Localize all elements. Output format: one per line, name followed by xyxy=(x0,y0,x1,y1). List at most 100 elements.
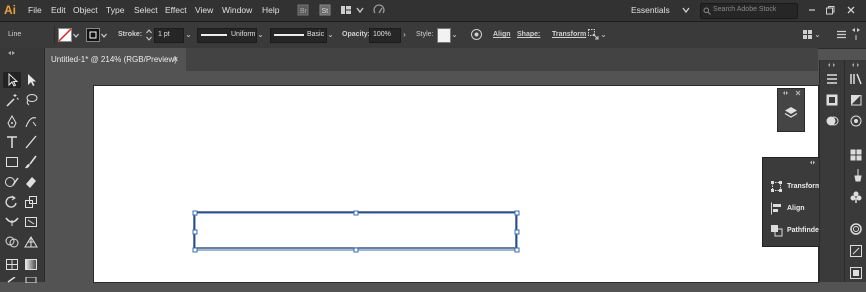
stepper-icon[interactable] xyxy=(145,28,153,42)
symbols-icon[interactable] xyxy=(849,114,863,128)
appearance-icon[interactable] xyxy=(825,114,839,128)
color-icon[interactable] xyxy=(825,93,839,107)
chevron-down-icon[interactable]: ⌄ xyxy=(599,29,608,41)
menu-view[interactable]: View xyxy=(195,5,213,15)
graphic-style-swatch[interactable] xyxy=(437,28,451,43)
rotate-tool[interactable] xyxy=(3,194,21,210)
width-icon xyxy=(5,217,19,226)
menu-help[interactable]: Help xyxy=(262,5,279,15)
symbols-club-icon[interactable] xyxy=(849,190,863,204)
chevron-down-icon[interactable]: ⌄ xyxy=(326,29,335,41)
stroke-weight-field[interactable]: 1 pt xyxy=(154,28,184,43)
panel-collapse-icon[interactable] xyxy=(850,26,862,42)
bridge-icon[interactable]: Br xyxy=(297,4,309,16)
scale-tool[interactable] xyxy=(22,194,40,210)
gradient-tool[interactable] xyxy=(22,256,40,272)
curvature-tool[interactable] xyxy=(22,114,40,130)
line-segment-tool[interactable] xyxy=(22,134,40,150)
menu-object[interactable]: Object xyxy=(73,5,98,15)
gradient-icon xyxy=(25,259,37,270)
chevron-down-icon[interactable]: ⌄ xyxy=(450,29,459,41)
layers-icon[interactable] xyxy=(783,105,799,121)
swatches-icon[interactable] xyxy=(849,148,863,162)
menu-file[interactable]: File xyxy=(28,5,42,15)
selected-rectangle[interactable] xyxy=(194,212,518,251)
selection-type-label: Line xyxy=(8,31,22,38)
chevron-down-icon[interactable]: ⌄ xyxy=(256,29,265,41)
restore-icon[interactable] xyxy=(824,4,836,16)
stroke-label: Stroke: xyxy=(118,31,143,38)
menu-lines-icon[interactable] xyxy=(836,29,847,40)
chevron-down-icon[interactable]: ⌄ xyxy=(184,29,193,41)
transparency-icon[interactable] xyxy=(849,266,863,280)
menu-edit[interactable]: Edit xyxy=(51,5,66,15)
document-tab[interactable]: Untitled-1* @ 214% (RGB/Preview) × xyxy=(45,48,186,71)
menu-window[interactable]: Window xyxy=(222,5,252,15)
free-transform-tool[interactable] xyxy=(22,214,40,230)
blend-tool[interactable] xyxy=(22,276,40,292)
stroke-panel-icon[interactable] xyxy=(849,222,863,236)
curvature-icon xyxy=(25,117,37,128)
pen-tool[interactable] xyxy=(3,114,21,130)
arrow-icon xyxy=(8,72,19,87)
gradient-panel-icon[interactable] xyxy=(849,244,863,258)
tab-close-icon[interactable]: × xyxy=(173,54,178,64)
menu-select[interactable]: Select xyxy=(134,5,158,15)
collapse-arrows-icon[interactable] xyxy=(848,62,864,68)
menu-effect[interactable]: Effect xyxy=(165,5,187,15)
mesh-tool[interactable] xyxy=(3,256,21,272)
perspective-grid-icon xyxy=(24,236,38,248)
type-tool[interactable] xyxy=(3,134,21,150)
stock-icon[interactable]: St xyxy=(319,4,331,16)
selection-tool[interactable] xyxy=(3,72,21,88)
stroke-swatch[interactable] xyxy=(86,28,100,42)
collapse-arrows-icon[interactable] xyxy=(824,62,840,68)
panel-header-controls-icon[interactable] xyxy=(780,90,802,96)
direct-selection-tool[interactable] xyxy=(22,72,40,88)
menu-type[interactable]: Type xyxy=(106,5,124,15)
close-icon[interactable] xyxy=(845,4,857,16)
properties-icon[interactable] xyxy=(825,72,839,86)
lasso-tool[interactable] xyxy=(22,92,40,108)
style-label: Style: xyxy=(416,31,434,38)
perspective-grid-tool[interactable] xyxy=(22,234,40,250)
blend-icon xyxy=(25,276,37,284)
align-link[interactable]: Align xyxy=(493,31,511,38)
variable-width-profile[interactable]: Uniform xyxy=(197,28,257,43)
bounding-box-handles[interactable] xyxy=(192,210,520,253)
gpu-performance-icon[interactable] xyxy=(373,4,385,16)
minimize-icon[interactable] xyxy=(806,4,818,16)
recolor-artwork-icon[interactable] xyxy=(470,28,483,41)
workspace-switcher[interactable]: Essentials xyxy=(631,5,670,15)
paintbrush-tool[interactable] xyxy=(22,154,40,170)
eraser-tool[interactable] xyxy=(22,174,40,190)
chevron-down-icon[interactable] xyxy=(354,4,366,16)
chevron-down-icon[interactable] xyxy=(680,4,692,16)
chevron-down-icon[interactable]: ⌄ xyxy=(813,29,822,41)
libraries-icon[interactable] xyxy=(849,72,863,86)
layers-panel-collapsed[interactable] xyxy=(777,88,805,132)
brush-definition[interactable]: Basic xyxy=(270,28,327,43)
opacity-field[interactable]: 100% xyxy=(369,28,401,43)
magic-wand-tool[interactable] xyxy=(3,92,21,108)
opacity-label[interactable]: Opacity: xyxy=(342,31,370,38)
chevron-right-icon[interactable]: › xyxy=(400,29,409,41)
shape-builder-tool[interactable] xyxy=(3,234,21,250)
chevron-down-icon[interactable] xyxy=(72,29,80,41)
arrange-grid-icon[interactable] xyxy=(802,29,813,40)
collapse-arrows-icon[interactable] xyxy=(4,50,40,56)
shape-link[interactable]: Shape: xyxy=(517,31,540,38)
fill-none-swatch[interactable] xyxy=(58,28,72,42)
rectangle-tool[interactable] xyxy=(3,154,21,170)
artboard-canvas[interactable] xyxy=(94,86,818,282)
brushes-icon[interactable] xyxy=(849,168,863,182)
rectangle-shape[interactable] xyxy=(193,211,517,249)
graphic-styles-icon[interactable] xyxy=(849,93,863,107)
transform-link[interactable]: Transform xyxy=(552,31,586,38)
arrange-documents-icon[interactable] xyxy=(340,4,352,16)
search-stock-field[interactable]: Search Adobe Stock xyxy=(700,3,798,19)
eyedropper-tool[interactable] xyxy=(3,276,21,292)
width-tool[interactable] xyxy=(3,214,21,230)
chevron-down-icon[interactable] xyxy=(100,29,108,41)
shaper-tool[interactable] xyxy=(3,174,21,190)
